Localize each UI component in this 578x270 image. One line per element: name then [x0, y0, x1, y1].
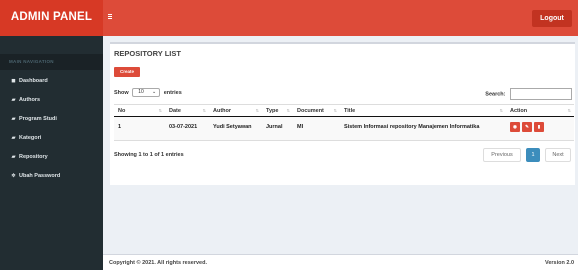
table-row: 1 03-07-2021 Yudi Setyawan Jurnal MI Sis… — [114, 116, 574, 141]
sidebar-item-label: Program Studi — [19, 116, 57, 122]
search-input[interactable] — [510, 88, 572, 100]
search-label: Search: — [485, 91, 506, 98]
repository-panel: REPOSITORY LIST Create Show 10 ⌄ entries … — [110, 42, 575, 185]
sort-icon: ⇅ — [286, 108, 290, 113]
entries-length-control: Show 10 ⌄ entries — [114, 88, 182, 97]
column-header-title[interactable]: Title ⇅ — [340, 104, 506, 117]
cell-title: Sistem Informasi repository Manajemen In… — [340, 116, 506, 141]
sidebar-item-label: Authors — [19, 97, 41, 103]
eye-icon: ◉ — [513, 124, 517, 129]
column-header-document[interactable]: Document ⇅ — [293, 104, 340, 117]
sidebar-item-repository[interactable]: ▰ Repository — [0, 148, 103, 166]
copyright-text: Copyright © 2021. All rights reserved. — [109, 260, 207, 266]
entries-select-value: 10 — [138, 89, 144, 95]
cell-date: 03-07-2021 — [165, 116, 209, 141]
sidebar-toggle-icon[interactable] — [108, 13, 114, 20]
column-header-date[interactable]: Date ⇅ — [165, 104, 209, 117]
sidebar-item-dashboard[interactable]: ◼ Dashboard — [0, 72, 103, 90]
column-header-author[interactable]: Author ⇅ — [209, 104, 262, 117]
chevron-down-icon: ⌄ — [152, 89, 157, 95]
next-page-button[interactable]: Next — [545, 148, 571, 162]
edit-icon: ✎ — [525, 124, 529, 129]
view-button[interactable]: ◉ — [510, 122, 520, 132]
repository-table: No ⇅ Date ⇅ Author ⇅ Type ⇅ Document ⇅ Title ⇅… — [114, 104, 574, 141]
top-navbar: ADMIN PANEL Logout — [0, 0, 578, 36]
column-header-type[interactable]: Type ⇅ — [262, 104, 293, 117]
sidebar-item-label: Kategori — [19, 135, 42, 141]
sidebar-item-label: Repository — [19, 154, 48, 160]
sidebar-item-ubah-password[interactable]: ✲ Ubah Password — [0, 167, 103, 185]
sidebar-item-kategori[interactable]: ▰ Kategori — [0, 129, 103, 147]
cell-actions: ◉ ✎ ▮ — [506, 116, 574, 141]
entries-label: entries — [163, 89, 182, 96]
table-info: Showing 1 to 1 of 1 entries — [114, 152, 184, 158]
gear-icon: ✲ — [11, 173, 16, 179]
sort-icon: ⇅ — [202, 108, 206, 113]
sort-icon: ⇅ — [499, 108, 503, 113]
cell-type: Jurnal — [262, 116, 293, 141]
page-title: REPOSITORY LIST — [114, 49, 181, 58]
book-icon: ▰ — [11, 97, 16, 103]
cell-author: Yudi Setyawan — [209, 116, 262, 141]
sort-icon: ⇅ — [255, 108, 259, 113]
footer: Copyright © 2021. All rights reserved. V… — [103, 254, 578, 270]
table-header-row: No ⇅ Date ⇅ Author ⇅ Type ⇅ Document ⇅ Title ⇅… — [114, 104, 574, 117]
sidebar-heading: MAIN NAVIGATION — [0, 54, 103, 70]
trash-icon: ▮ — [537, 124, 541, 129]
app-logo[interactable]: ADMIN PANEL — [0, 0, 103, 36]
logout-button[interactable]: Logout — [532, 10, 572, 27]
book-icon: ▰ — [11, 154, 16, 160]
book-icon: ▰ — [11, 135, 16, 141]
sort-icon: ⇅ — [567, 108, 571, 113]
page-1-button[interactable]: 1 — [526, 148, 540, 162]
version-text: Version 2.0 — [544, 260, 574, 266]
entries-select[interactable]: 10 ⌄ — [132, 88, 161, 97]
delete-button[interactable]: ▮ — [534, 122, 544, 132]
search-control: Search: — [485, 88, 572, 100]
dashboard-icon: ◼ — [11, 78, 16, 84]
sidebar-item-program-studi[interactable]: ▰ Program Studi — [0, 110, 103, 128]
sidebar-item-authors[interactable]: ▰ Authors — [0, 91, 103, 109]
sidebar-item-label: Ubah Password — [19, 173, 61, 179]
column-header-action[interactable]: Action ⇅ — [506, 104, 574, 117]
edit-button[interactable]: ✎ — [522, 122, 532, 132]
sidebar-item-label: Dashboard — [19, 78, 48, 84]
sort-icon: ⇅ — [333, 108, 337, 113]
show-label: Show — [114, 89, 129, 96]
pagination: Previous 1 Next — [478, 148, 571, 162]
cell-no: 1 — [114, 116, 165, 141]
sidebar: MAIN NAVIGATION ◼ Dashboard ▰ Authors ▰ Pro… — [0, 36, 103, 270]
cell-document: MI — [293, 116, 340, 141]
book-icon: ▰ — [11, 116, 16, 122]
sort-icon: ⇅ — [158, 108, 162, 113]
create-button[interactable]: Create — [114, 67, 140, 77]
content-area: REPOSITORY LIST Create Show 10 ⌄ entries … — [103, 36, 578, 270]
previous-page-button[interactable]: Previous — [483, 148, 521, 162]
column-header-no[interactable]: No ⇅ — [114, 104, 165, 117]
